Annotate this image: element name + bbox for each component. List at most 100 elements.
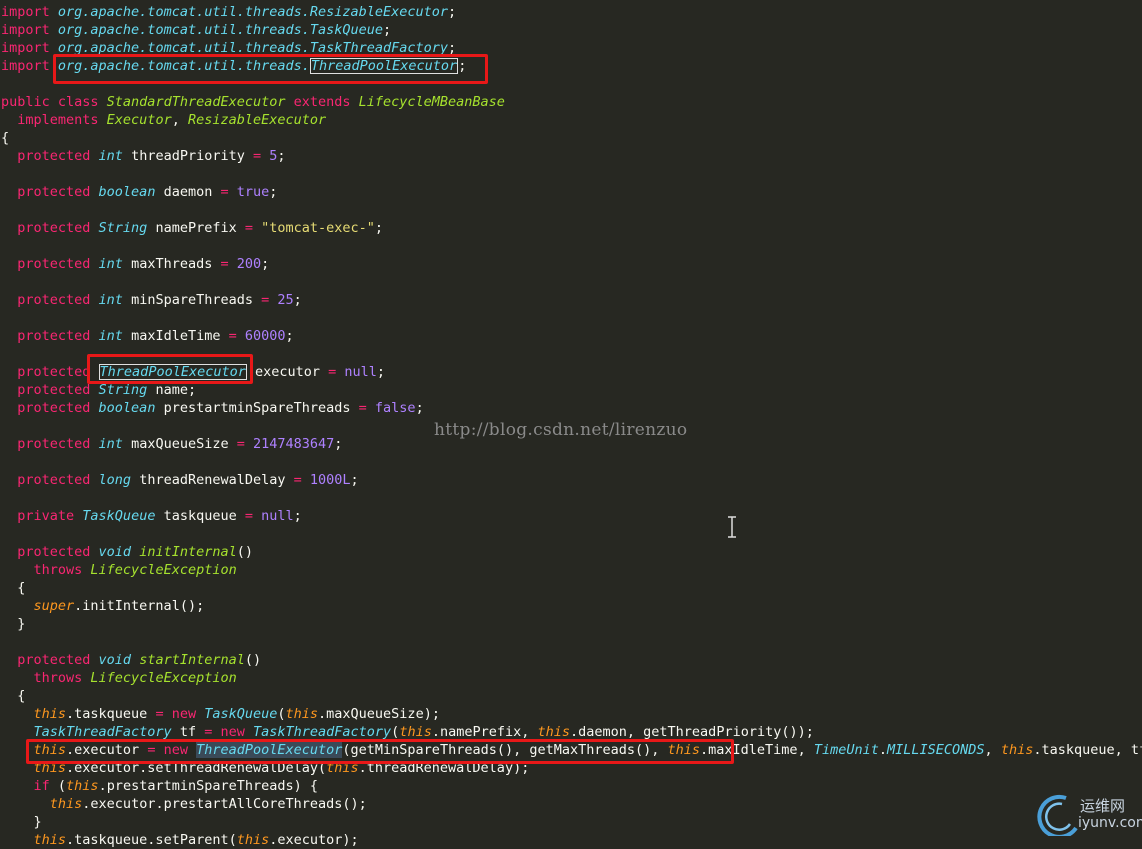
code-token: () bbox=[244, 652, 262, 668]
code-line: { bbox=[1, 579, 1142, 597]
code-line: protected String name; bbox=[1, 381, 1142, 399]
code-token: 1000L bbox=[309, 472, 351, 488]
code-token: super bbox=[33, 598, 75, 614]
code-token: implements bbox=[17, 112, 107, 128]
code-token: = bbox=[236, 436, 253, 452]
code-token: .daemon, getThreadPriority()); bbox=[570, 724, 814, 740]
code-token: Executor bbox=[106, 112, 172, 128]
code-token: import bbox=[1, 40, 58, 56]
code-token: = new bbox=[155, 706, 205, 722]
code-token: boolean bbox=[98, 184, 164, 200]
code-line: this.executor = new ThreadPoolExecutor(g… bbox=[1, 741, 1142, 759]
code-token: , bbox=[171, 112, 188, 128]
code-token: } bbox=[1, 814, 42, 830]
code-token: StandardThreadExecutor bbox=[106, 94, 294, 110]
code-token: protected bbox=[17, 544, 99, 560]
code-token: protected bbox=[17, 292, 99, 308]
code-token: throws bbox=[33, 670, 91, 686]
code-line: protected void startInternal() bbox=[1, 651, 1142, 669]
highlighted-token: ThreadPoolExecutor bbox=[98, 364, 247, 380]
code-token: ; bbox=[277, 148, 286, 164]
code-token: maxIdleTime bbox=[131, 328, 229, 344]
code-token: (getMinSpareThreads(), getMaxThreads(), bbox=[342, 742, 668, 758]
code-line: protected long threadRenewalDelay = 1000… bbox=[1, 471, 1142, 489]
code-token: TaskQueue bbox=[82, 508, 164, 524]
code-token: startInternal bbox=[139, 652, 245, 668]
text-cursor-icon bbox=[728, 516, 736, 538]
code-token: .namePrefix, bbox=[431, 724, 538, 740]
code-token: = bbox=[261, 292, 278, 308]
code-token: } bbox=[1, 616, 26, 632]
code-token: this bbox=[49, 796, 83, 812]
code-token: "tomcat-exec-" bbox=[261, 220, 375, 236]
code-token: threadRenewalDelay bbox=[139, 472, 294, 488]
code-token: org.apache.tomcat.util.threads.TaskQueue bbox=[57, 22, 384, 38]
code-token: ; bbox=[376, 364, 386, 380]
code-line: { bbox=[1, 129, 1142, 147]
code-token: protected bbox=[17, 328, 99, 344]
code-line: protected boolean prestartminSpareThread… bbox=[1, 399, 1142, 417]
code-token: ; bbox=[293, 508, 302, 524]
code-line: } bbox=[1, 615, 1142, 633]
code-token: ; bbox=[350, 472, 359, 488]
code-line: protected String namePrefix = "tomcat-ex… bbox=[1, 219, 1142, 237]
code-token: this bbox=[33, 742, 67, 758]
code-line: protected void initInternal() bbox=[1, 543, 1142, 561]
code-token: ; bbox=[293, 292, 302, 308]
code-token: 25 bbox=[277, 292, 294, 308]
code-line: public class StandardThreadExecutor exte… bbox=[1, 93, 1142, 111]
code-token: protected bbox=[17, 256, 99, 272]
code-token: .executor); bbox=[269, 832, 359, 848]
code-token: . bbox=[878, 742, 887, 758]
code-token: protected bbox=[17, 436, 99, 452]
code-token: ; bbox=[448, 4, 457, 20]
code-line: protected int threadPriority = 5; bbox=[1, 147, 1142, 165]
code-token: initInternal bbox=[139, 544, 237, 560]
code-token: void bbox=[98, 544, 140, 560]
code-line: this.taskqueue = new TaskQueue(this.maxQ… bbox=[1, 705, 1142, 723]
code-token: extends bbox=[293, 94, 359, 110]
code-line: import org.apache.tomcat.util.threads.Ta… bbox=[1, 21, 1142, 39]
code-token: this bbox=[537, 724, 571, 740]
code-token: ( bbox=[57, 778, 67, 794]
code-token: daemon bbox=[163, 184, 221, 200]
code-token: = bbox=[244, 220, 262, 236]
code-token: this bbox=[285, 706, 319, 722]
code-token: = bbox=[220, 184, 237, 200]
code-token: = bbox=[293, 472, 310, 488]
code-token: = bbox=[358, 400, 375, 416]
code-token: import bbox=[1, 4, 58, 20]
code-line: import org.apache.tomcat.util.threads.Ta… bbox=[1, 39, 1142, 57]
watermark-url: http://blog.csdn.net/lirenzuo bbox=[434, 420, 688, 440]
code-line: implements Executor, ResizableExecutor bbox=[1, 111, 1142, 129]
code-token: org.apache.tomcat.util.threads. bbox=[57, 58, 310, 74]
code-token: null bbox=[344, 364, 377, 380]
code-token: .maxQueueSize); bbox=[318, 706, 440, 722]
code-token: maxQueueSize bbox=[131, 436, 237, 452]
code-token: = bbox=[328, 364, 345, 380]
code-line: private TaskQueue taskqueue = null; bbox=[1, 507, 1142, 525]
code-token: int bbox=[98, 292, 132, 308]
code-token: 2147483647 bbox=[253, 436, 335, 452]
code-token: ; bbox=[383, 22, 392, 38]
code-token: ; bbox=[374, 220, 384, 236]
